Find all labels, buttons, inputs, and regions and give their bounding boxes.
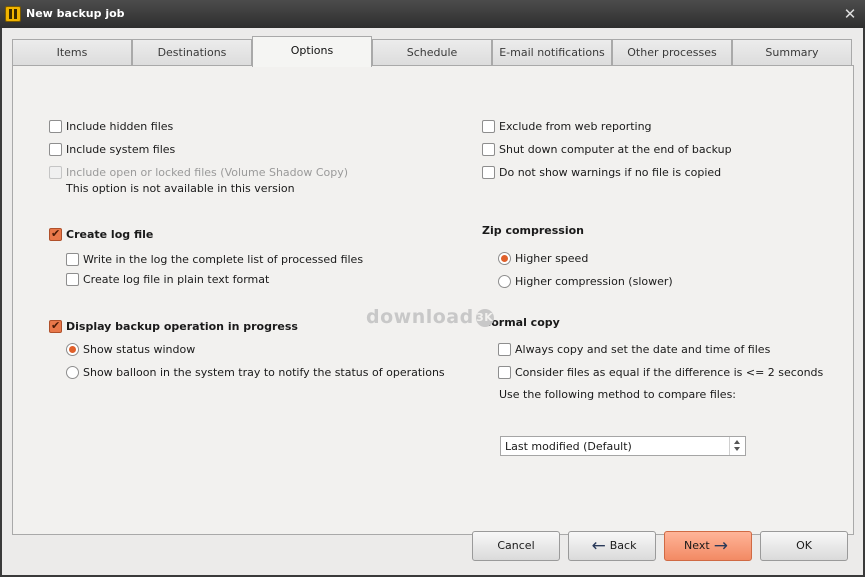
log-complete-list-option[interactable]: Write in the log the complete list of pr… bbox=[66, 250, 363, 268]
display-progress-option[interactable]: Display backup operation in progress bbox=[49, 317, 298, 335]
log-complete-list-checkbox[interactable] bbox=[66, 252, 79, 266]
include-locked-checkbox bbox=[49, 165, 62, 179]
log-plain-text-label: Create log file in plain text format bbox=[83, 272, 270, 286]
tab-summary[interactable]: Summary bbox=[732, 39, 852, 66]
include-hidden-label: Include hidden files bbox=[66, 119, 174, 133]
higher-speed-radio[interactable] bbox=[498, 251, 511, 265]
tab-destinations[interactable]: Destinations bbox=[132, 39, 252, 66]
compare-method-select[interactable]: Last modified (Default) bbox=[500, 436, 746, 456]
back-button[interactable]: ← Back bbox=[568, 531, 656, 561]
log-plain-text-checkbox[interactable] bbox=[66, 272, 79, 286]
include-system-label: Include system files bbox=[66, 142, 176, 156]
watermark-badge: 3K bbox=[475, 309, 494, 327]
compare-method-label: Use the following method to compare file… bbox=[499, 388, 737, 401]
create-log-checkbox[interactable] bbox=[49, 227, 62, 241]
consider-equal-label: Consider files as equal if the differenc… bbox=[515, 365, 824, 379]
next-button[interactable]: Next → bbox=[664, 531, 752, 561]
watermark-text: download bbox=[366, 306, 474, 328]
shutdown-option[interactable]: Shut down computer at the end of backup bbox=[482, 140, 732, 158]
higher-compression-label: Higher compression (slower) bbox=[515, 274, 673, 288]
log-plain-text-option[interactable]: Create log file in plain text format bbox=[66, 270, 269, 288]
chevron-down-icon[interactable] bbox=[734, 447, 740, 451]
options-panel: Include hidden files Include system file… bbox=[12, 65, 854, 535]
include-hidden-option[interactable]: Include hidden files bbox=[49, 117, 173, 135]
higher-speed-option[interactable]: Higher speed bbox=[498, 249, 588, 267]
show-balloon-radio[interactable] bbox=[66, 365, 79, 379]
locked-unavailable-note: This option is not available in this ver… bbox=[66, 182, 295, 195]
back-button-label: Back bbox=[609, 539, 637, 552]
tab-schedule[interactable]: Schedule bbox=[372, 39, 492, 66]
display-progress-checkbox[interactable] bbox=[49, 319, 62, 333]
close-icon[interactable]: ✕ bbox=[841, 5, 859, 23]
include-locked-option: Include open or locked files (Volume Sha… bbox=[49, 163, 348, 181]
exclude-web-label: Exclude from web reporting bbox=[499, 119, 652, 133]
compare-method-value: Last modified (Default) bbox=[505, 440, 632, 453]
always-copy-checkbox[interactable] bbox=[498, 342, 511, 356]
show-balloon-option[interactable]: Show balloon in the system tray to notif… bbox=[66, 363, 445, 381]
create-log-label: Create log file bbox=[66, 227, 154, 241]
shutdown-checkbox[interactable] bbox=[482, 142, 495, 156]
include-hidden-checkbox[interactable] bbox=[49, 119, 62, 133]
cancel-button-label: Cancel bbox=[497, 539, 535, 552]
tab-email-notifications[interactable]: E-mail notifications bbox=[492, 39, 612, 66]
window-title: New backup job bbox=[26, 7, 125, 20]
chevron-up-icon[interactable] bbox=[734, 440, 740, 444]
zip-compression-heading: Zip compression bbox=[482, 224, 585, 237]
show-status-window-option[interactable]: Show status window bbox=[66, 340, 195, 358]
consider-equal-checkbox[interactable] bbox=[498, 365, 511, 379]
no-warnings-checkbox[interactable] bbox=[482, 165, 495, 179]
tab-options[interactable]: Options bbox=[252, 36, 372, 67]
higher-speed-label: Higher speed bbox=[515, 251, 589, 265]
ok-button[interactable]: OK bbox=[760, 531, 848, 561]
consider-equal-option[interactable]: Consider files as equal if the differenc… bbox=[498, 363, 823, 381]
exclude-web-checkbox[interactable] bbox=[482, 119, 495, 133]
arrow-left-icon: ← bbox=[591, 535, 606, 556]
next-button-label: Next bbox=[684, 539, 710, 552]
include-system-option[interactable]: Include system files bbox=[49, 140, 175, 158]
tab-other-processes[interactable]: Other processes bbox=[612, 39, 732, 66]
include-locked-label: Include open or locked files (Volume Sha… bbox=[66, 165, 349, 179]
arrow-right-icon: → bbox=[713, 535, 728, 556]
cancel-button[interactable]: Cancel bbox=[472, 531, 560, 561]
display-progress-label: Display backup operation in progress bbox=[66, 319, 298, 333]
always-copy-label: Always copy and set the date and time of… bbox=[515, 342, 771, 356]
no-warnings-option[interactable]: Do not show warnings if no file is copie… bbox=[482, 163, 721, 181]
tab-items[interactable]: Items bbox=[12, 39, 132, 66]
no-warnings-label: Do not show warnings if no file is copie… bbox=[499, 165, 722, 179]
tab-bar: Items Destinations Options Schedule E-ma… bbox=[12, 36, 854, 67]
show-status-window-radio[interactable] bbox=[66, 342, 79, 356]
shutdown-label: Shut down computer at the end of backup bbox=[499, 142, 732, 156]
exclude-web-option[interactable]: Exclude from web reporting bbox=[482, 117, 652, 135]
title-bar: New backup job ✕ bbox=[0, 0, 865, 28]
higher-compression-radio[interactable] bbox=[498, 274, 511, 288]
log-complete-list-label: Write in the log the complete list of pr… bbox=[83, 252, 364, 266]
always-copy-option[interactable]: Always copy and set the date and time of… bbox=[498, 340, 770, 358]
show-balloon-label: Show balloon in the system tray to notif… bbox=[83, 365, 445, 379]
dialog-body: Items Destinations Options Schedule E-ma… bbox=[2, 28, 863, 575]
watermark-logo: download 3K bbox=[366, 306, 494, 328]
backup-app-icon bbox=[5, 6, 21, 22]
include-system-checkbox[interactable] bbox=[49, 142, 62, 156]
ok-button-label: OK bbox=[796, 539, 812, 552]
show-status-window-label: Show status window bbox=[83, 342, 196, 356]
create-log-option[interactable]: Create log file bbox=[49, 225, 153, 243]
higher-compression-option[interactable]: Higher compression (slower) bbox=[498, 272, 673, 290]
spin-arrows-icon[interactable] bbox=[729, 437, 745, 455]
